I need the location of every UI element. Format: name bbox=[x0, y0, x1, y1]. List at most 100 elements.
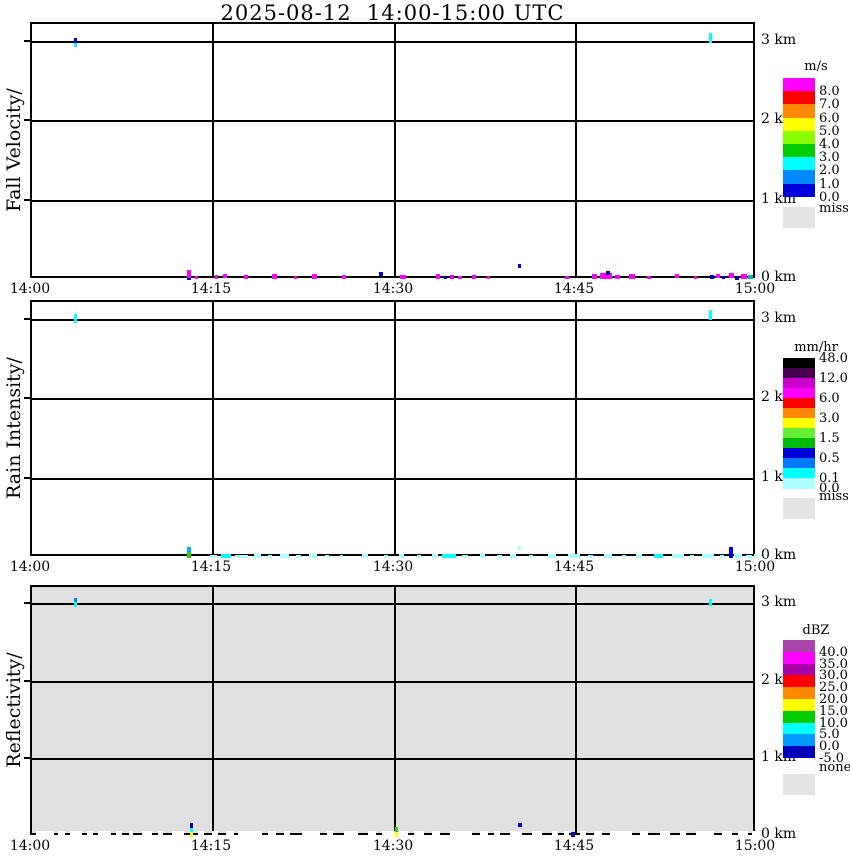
data-point bbox=[312, 274, 317, 279]
data-point bbox=[748, 275, 753, 279]
legend-color-block bbox=[783, 699, 815, 711]
legend-missing-block bbox=[783, 498, 815, 519]
data-point bbox=[480, 554, 485, 558]
data-point bbox=[294, 276, 297, 279]
legend-color-block bbox=[783, 687, 815, 699]
time-label: 14:00 bbox=[0, 838, 60, 854]
data-point bbox=[442, 554, 456, 558]
data-point bbox=[640, 831, 648, 836]
time-label: 14:15 bbox=[181, 281, 241, 297]
legend-missing-label: none bbox=[819, 760, 850, 775]
data-point bbox=[142, 831, 152, 836]
legend-color-block bbox=[783, 368, 815, 379]
data-point bbox=[187, 270, 191, 278]
legend-missing-block bbox=[783, 774, 815, 795]
time-label: 14:45 bbox=[544, 559, 604, 575]
gridline-vertical bbox=[394, 302, 396, 554]
data-point bbox=[296, 555, 301, 558]
data-point bbox=[552, 831, 558, 836]
data-point bbox=[610, 831, 632, 836]
data-point bbox=[729, 547, 733, 558]
gridline-vertical bbox=[212, 24, 214, 276]
data-point bbox=[340, 555, 343, 558]
legend-color-block bbox=[783, 144, 815, 158]
data-point bbox=[571, 832, 575, 837]
legend-color-block bbox=[783, 358, 815, 369]
data-point bbox=[622, 555, 626, 558]
legend-color-block bbox=[783, 652, 815, 664]
data-point bbox=[741, 274, 747, 279]
data-point bbox=[342, 275, 346, 279]
data-point bbox=[344, 831, 358, 836]
data-point bbox=[87, 831, 93, 836]
data-point bbox=[710, 275, 714, 279]
data-point bbox=[195, 276, 198, 279]
data-point bbox=[720, 555, 724, 558]
data-point bbox=[462, 555, 468, 558]
data-point bbox=[510, 554, 516, 558]
data-point bbox=[327, 831, 333, 836]
data-point bbox=[450, 275, 454, 279]
legend-color-block bbox=[783, 131, 815, 145]
y-axis-tick bbox=[24, 397, 30, 399]
data-point bbox=[74, 602, 77, 607]
legend-color-block bbox=[783, 448, 815, 459]
data-point bbox=[458, 276, 462, 279]
data-point bbox=[254, 554, 261, 558]
data-point bbox=[129, 831, 133, 836]
data-point bbox=[592, 274, 597, 279]
data-point bbox=[615, 275, 620, 279]
gridline-vertical bbox=[394, 587, 396, 833]
data-point bbox=[672, 554, 684, 558]
legend-unit-reflectivity: dBZ bbox=[781, 623, 850, 638]
data-point bbox=[675, 274, 679, 278]
data-point bbox=[238, 831, 262, 836]
data-point bbox=[400, 275, 406, 279]
data-point bbox=[518, 264, 521, 268]
data-point bbox=[722, 831, 732, 836]
data-point bbox=[190, 832, 193, 837]
data-point bbox=[716, 274, 720, 278]
rain-intensity-plot bbox=[30, 300, 755, 556]
legend-color-block bbox=[783, 91, 815, 105]
data-point bbox=[36, 831, 54, 836]
profiler-chart: 2025-08-12 14:00-15:00 UTC Fall Velocity… bbox=[0, 0, 850, 868]
data-point bbox=[309, 554, 317, 558]
data-point bbox=[280, 554, 289, 558]
legend-missing-label: miss bbox=[819, 489, 849, 504]
reflectivity-plot bbox=[30, 585, 755, 835]
legend-color-block bbox=[783, 734, 815, 746]
gridline-vertical bbox=[575, 587, 577, 833]
y-axis-tick bbox=[24, 119, 30, 121]
time-label: 15:00 bbox=[725, 838, 785, 854]
legend-color-block bbox=[783, 478, 815, 489]
data-point bbox=[548, 554, 556, 558]
time-label: 14:00 bbox=[0, 281, 60, 297]
data-point bbox=[268, 555, 272, 558]
gridline-horizontal bbox=[32, 200, 753, 202]
legend-color-block bbox=[783, 458, 815, 469]
gridline-horizontal bbox=[32, 681, 753, 683]
fall-velocity-plot bbox=[30, 22, 755, 278]
data-point bbox=[70, 831, 82, 836]
gridline-horizontal bbox=[32, 319, 753, 321]
y-axis-label-reflectivity: Reflectivity/ bbox=[3, 585, 25, 835]
legend-color-block bbox=[783, 170, 815, 184]
time-label: 14:30 bbox=[363, 838, 423, 854]
data-point bbox=[414, 831, 424, 836]
data-point bbox=[629, 274, 635, 279]
data-point bbox=[696, 831, 714, 836]
data-point bbox=[510, 831, 522, 836]
legend-color-block bbox=[783, 675, 815, 687]
legend-scale-label: 12.0 bbox=[819, 371, 848, 386]
data-point bbox=[588, 555, 593, 558]
data-point bbox=[734, 554, 742, 558]
data-point bbox=[690, 555, 694, 558]
y-axis-tick bbox=[24, 40, 30, 42]
gridline-vertical bbox=[394, 24, 396, 276]
data-point bbox=[480, 831, 488, 836]
data-point bbox=[604, 554, 612, 558]
data-point bbox=[58, 831, 65, 836]
data-point bbox=[735, 277, 739, 280]
legend-color-block bbox=[783, 157, 815, 171]
